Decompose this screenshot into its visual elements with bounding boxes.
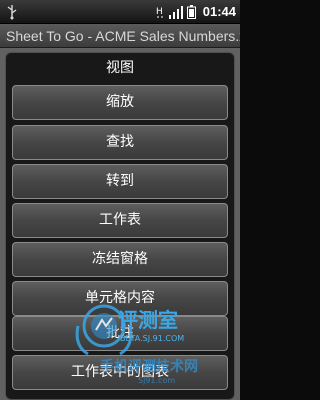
battery-icon (186, 5, 196, 19)
signal-h-icon: H (156, 7, 163, 18)
usb-icon (7, 5, 17, 20)
view-menu-dialog: 视图 缩放 查找 转到 工作表 冻结窗格 单元格内容 批注 工作表中的图表 (5, 52, 235, 400)
zoom-button[interactable]: 缩放 (12, 85, 228, 120)
find-button[interactable]: 查找 (12, 125, 228, 160)
status-bar: H 01:44 (0, 0, 240, 24)
goto-button[interactable]: 转到 (12, 164, 228, 199)
worksheet-button[interactable]: 工作表 (12, 203, 228, 238)
signal-bars-icon (168, 6, 183, 19)
cell-content-button[interactable]: 单元格内容 (12, 281, 228, 316)
window-title-bar: Sheet To Go - ACME Sales Numbers.xls (0, 24, 240, 48)
dialog-title: 视图 (106, 60, 134, 76)
clock: 01:44 (202, 4, 236, 19)
freeze-panes-button[interactable]: 冻结窗格 (12, 242, 228, 277)
comments-button[interactable]: 批注 (12, 316, 228, 351)
window-title: Sheet To Go - ACME Sales Numbers.xls (6, 28, 240, 44)
svg-text:H: H (156, 7, 163, 17)
charts-in-worksheet-button[interactable]: 工作表中的图表 (12, 355, 228, 390)
